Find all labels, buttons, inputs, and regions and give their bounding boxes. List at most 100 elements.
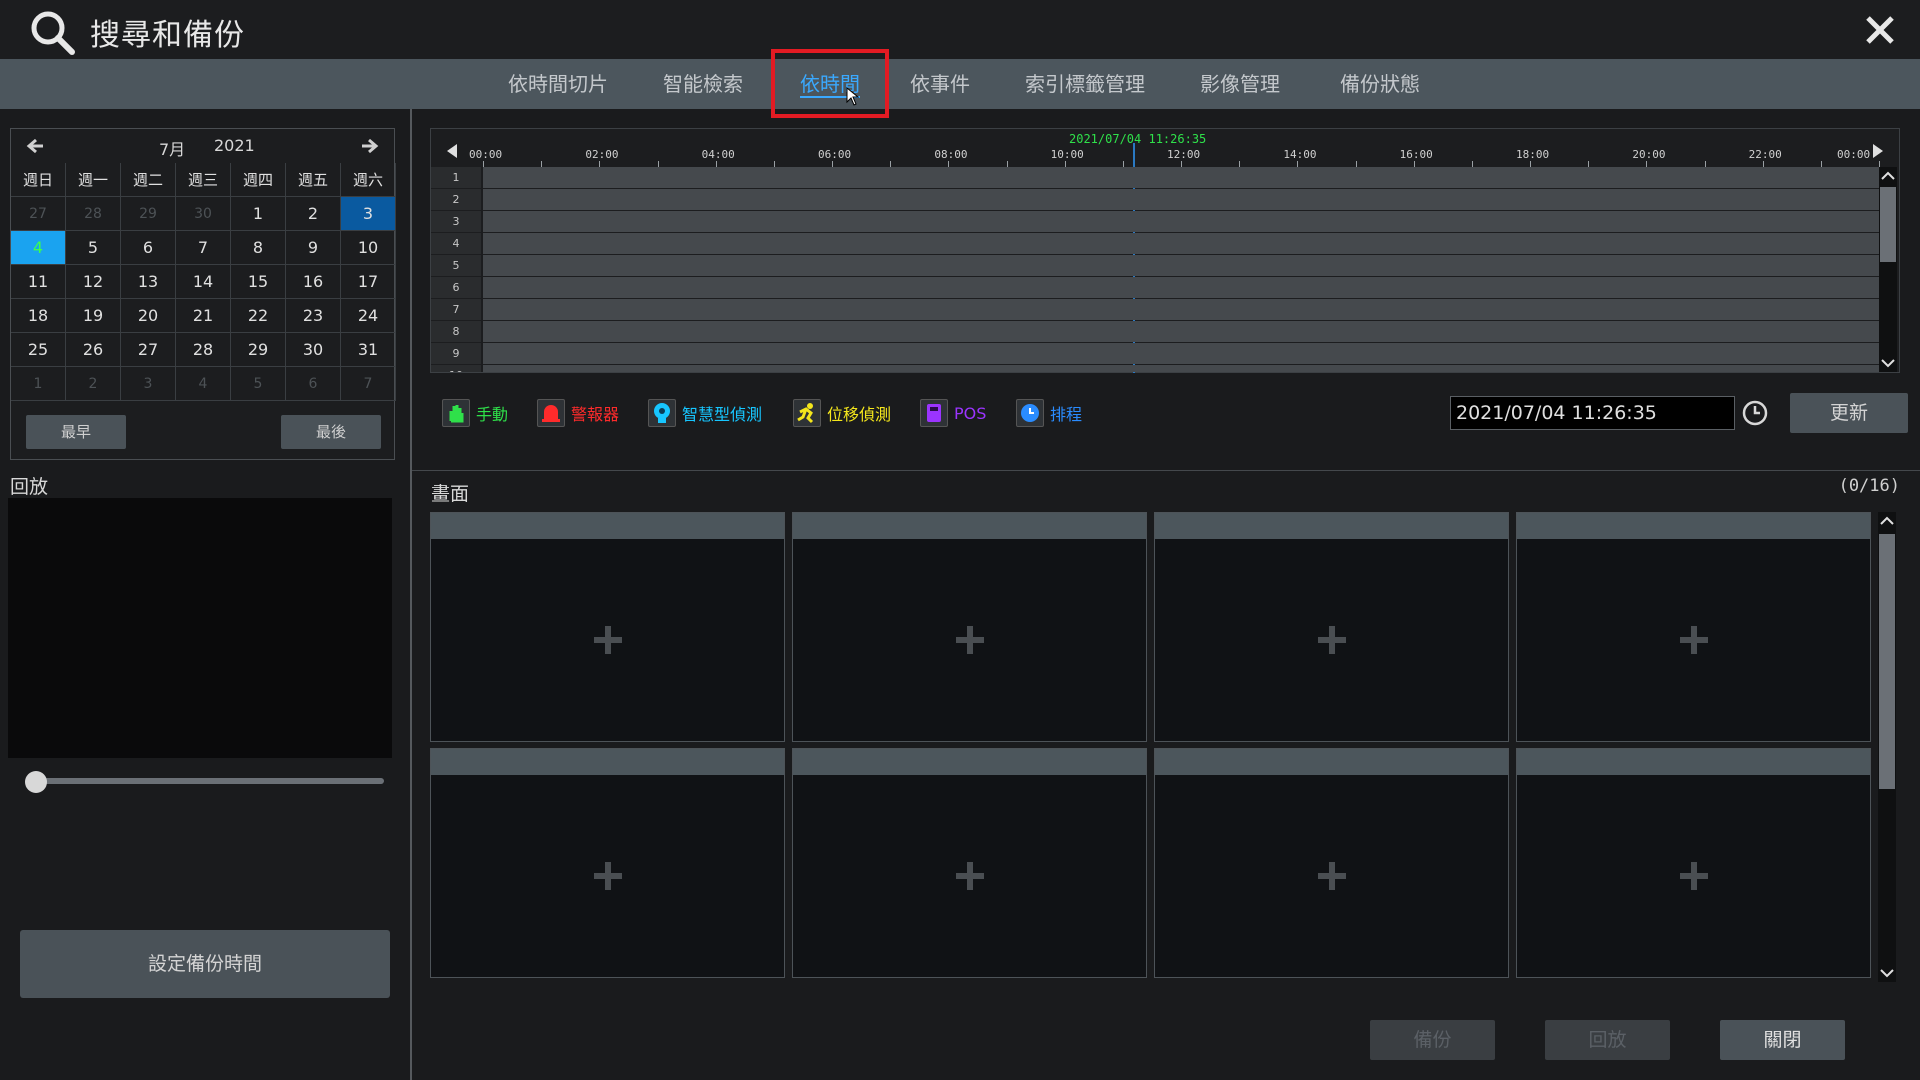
backup-button[interactable]: 備份 bbox=[1370, 1020, 1495, 1060]
calendar-day[interactable]: 23 bbox=[286, 299, 341, 333]
plus-icon[interactable] bbox=[1318, 862, 1346, 890]
calendar-day[interactable]: 31 bbox=[341, 333, 396, 367]
calendar-day[interactable]: 7 bbox=[176, 231, 231, 265]
calendar-day[interactable]: 28 bbox=[66, 197, 121, 231]
tab-by-event[interactable]: 依事件 bbox=[900, 59, 980, 109]
tab-tag-management[interactable]: 索引標籤管理 bbox=[1015, 59, 1155, 109]
track-bar[interactable] bbox=[483, 277, 1879, 298]
timeline-track[interactable]: 5 bbox=[431, 255, 1881, 277]
calendar-day[interactable]: 17 bbox=[341, 265, 396, 299]
plus-icon[interactable] bbox=[594, 862, 622, 890]
timeline-scrollbar[interactable] bbox=[1879, 167, 1897, 372]
arrow-right-icon[interactable] bbox=[358, 134, 382, 158]
calendar-day[interactable]: 8 bbox=[231, 231, 286, 265]
calendar-day[interactable]: 18 bbox=[11, 299, 66, 333]
calendar-day[interactable]: 13 bbox=[121, 265, 176, 299]
legend-smart-detection[interactable]: 智慧型偵測 bbox=[648, 398, 762, 428]
timeline-track[interactable]: 1 bbox=[431, 167, 1881, 189]
tab-backup-status[interactable]: 備份狀態 bbox=[1325, 59, 1435, 109]
plus-icon[interactable] bbox=[956, 626, 984, 654]
timeline-track[interactable]: 4 bbox=[431, 233, 1881, 255]
track-bar[interactable] bbox=[483, 365, 1879, 372]
calendar-day[interactable]: 2 bbox=[66, 367, 121, 401]
playback-slider-track[interactable] bbox=[30, 778, 384, 784]
triangle-right-icon[interactable] bbox=[1872, 143, 1884, 159]
datetime-input[interactable] bbox=[1450, 396, 1735, 430]
calendar-day-selected[interactable]: 3 bbox=[341, 197, 396, 231]
timeline-track[interactable]: 7 bbox=[431, 299, 1881, 321]
calendar-day[interactable]: 6 bbox=[121, 231, 176, 265]
timeline-track[interactable]: 3 bbox=[431, 211, 1881, 233]
track-bar[interactable] bbox=[483, 233, 1879, 254]
calendar-day-today[interactable]: 4 bbox=[11, 231, 66, 265]
calendar-day[interactable]: 22 bbox=[231, 299, 286, 333]
track-bar[interactable] bbox=[483, 211, 1879, 232]
calendar-day[interactable]: 20 bbox=[121, 299, 176, 333]
calendar-day[interactable]: 25 bbox=[11, 333, 66, 367]
legend-alarm[interactable]: 警報器 bbox=[537, 398, 619, 428]
calendar-day[interactable]: 11 bbox=[11, 265, 66, 299]
refresh-button[interactable]: 更新 bbox=[1790, 393, 1908, 433]
calendar-day[interactable]: 5 bbox=[66, 231, 121, 265]
calendar-day[interactable]: 12 bbox=[66, 265, 121, 299]
timeline-track[interactable]: 6 bbox=[431, 277, 1881, 299]
timeline-track[interactable]: 8 bbox=[431, 321, 1881, 343]
tab-smart-search[interactable]: 智能檢索 bbox=[648, 59, 758, 109]
chevron-down-icon[interactable] bbox=[1879, 354, 1897, 372]
calendar-day[interactable]: 1 bbox=[231, 197, 286, 231]
calendar-day[interactable]: 28 bbox=[176, 333, 231, 367]
legend-manual[interactable]: 手動 bbox=[442, 398, 508, 428]
calendar-day[interactable]: 16 bbox=[286, 265, 341, 299]
channel-cell[interactable] bbox=[1154, 512, 1509, 742]
channel-cell[interactable] bbox=[1516, 512, 1871, 742]
timeline-track[interactable]: 9 bbox=[431, 343, 1881, 365]
plus-icon[interactable] bbox=[1318, 626, 1346, 654]
scrollbar-thumb[interactable] bbox=[1879, 534, 1895, 789]
calendar-day[interactable]: 24 bbox=[341, 299, 396, 333]
calendar-day[interactable]: 29 bbox=[231, 333, 286, 367]
calendar-day[interactable]: 10 bbox=[341, 231, 396, 265]
clock-icon[interactable] bbox=[1740, 398, 1770, 428]
chevron-down-icon[interactable] bbox=[1878, 964, 1896, 982]
latest-button[interactable]: 最後 bbox=[281, 415, 381, 449]
calendar-day[interactable]: 7 bbox=[341, 367, 396, 401]
calendar-day[interactable]: 27 bbox=[11, 197, 66, 231]
channel-cell[interactable] bbox=[1154, 748, 1509, 978]
calendar-day[interactable]: 30 bbox=[286, 333, 341, 367]
channel-cell[interactable] bbox=[1516, 748, 1871, 978]
legend-schedule[interactable]: 排程 bbox=[1016, 398, 1082, 428]
calendar-day[interactable]: 6 bbox=[286, 367, 341, 401]
plus-icon[interactable] bbox=[1680, 862, 1708, 890]
calendar-day[interactable]: 3 bbox=[121, 367, 176, 401]
track-bar[interactable] bbox=[483, 321, 1879, 342]
track-bar[interactable] bbox=[483, 255, 1879, 276]
channel-cell[interactable] bbox=[430, 512, 785, 742]
timeline-ruler[interactable]: 2021/07/04 11:26:35 00:00 02:00 04:00 06:00… bbox=[431, 129, 1899, 167]
timeline-track[interactable]: 10 bbox=[431, 365, 1881, 372]
scrollbar-thumb[interactable] bbox=[1880, 187, 1896, 262]
channel-cell[interactable] bbox=[792, 748, 1147, 978]
calendar-day[interactable]: 5 bbox=[231, 367, 286, 401]
triangle-left-icon[interactable] bbox=[446, 143, 458, 159]
channel-cell[interactable] bbox=[792, 512, 1147, 742]
tab-image-management[interactable]: 影像管理 bbox=[1185, 59, 1295, 109]
calendar-day[interactable]: 21 bbox=[176, 299, 231, 333]
calendar-day[interactable]: 30 bbox=[176, 197, 231, 231]
arrow-left-icon[interactable] bbox=[23, 134, 47, 158]
calendar-day[interactable]: 27 bbox=[121, 333, 176, 367]
timeline-track[interactable]: 2 bbox=[431, 189, 1881, 211]
screens-scrollbar[interactable] bbox=[1878, 512, 1896, 982]
set-backup-time-button[interactable]: 設定備份時間 bbox=[20, 930, 390, 998]
chevron-up-icon[interactable] bbox=[1878, 512, 1896, 530]
playback-button[interactable]: 回放 bbox=[1545, 1020, 1670, 1060]
legend-motion-detection[interactable]: 位移偵測 bbox=[793, 398, 891, 428]
calendar-day[interactable]: 4 bbox=[176, 367, 231, 401]
calendar-day[interactable]: 15 bbox=[231, 265, 286, 299]
plus-icon[interactable] bbox=[1680, 626, 1708, 654]
chevron-up-icon[interactable] bbox=[1879, 167, 1897, 185]
calendar-day[interactable]: 1 bbox=[11, 367, 66, 401]
calendar-day[interactable]: 19 bbox=[66, 299, 121, 333]
calendar-day[interactable]: 14 bbox=[176, 265, 231, 299]
calendar-day[interactable]: 9 bbox=[286, 231, 341, 265]
earliest-button[interactable]: 最早 bbox=[26, 415, 126, 449]
